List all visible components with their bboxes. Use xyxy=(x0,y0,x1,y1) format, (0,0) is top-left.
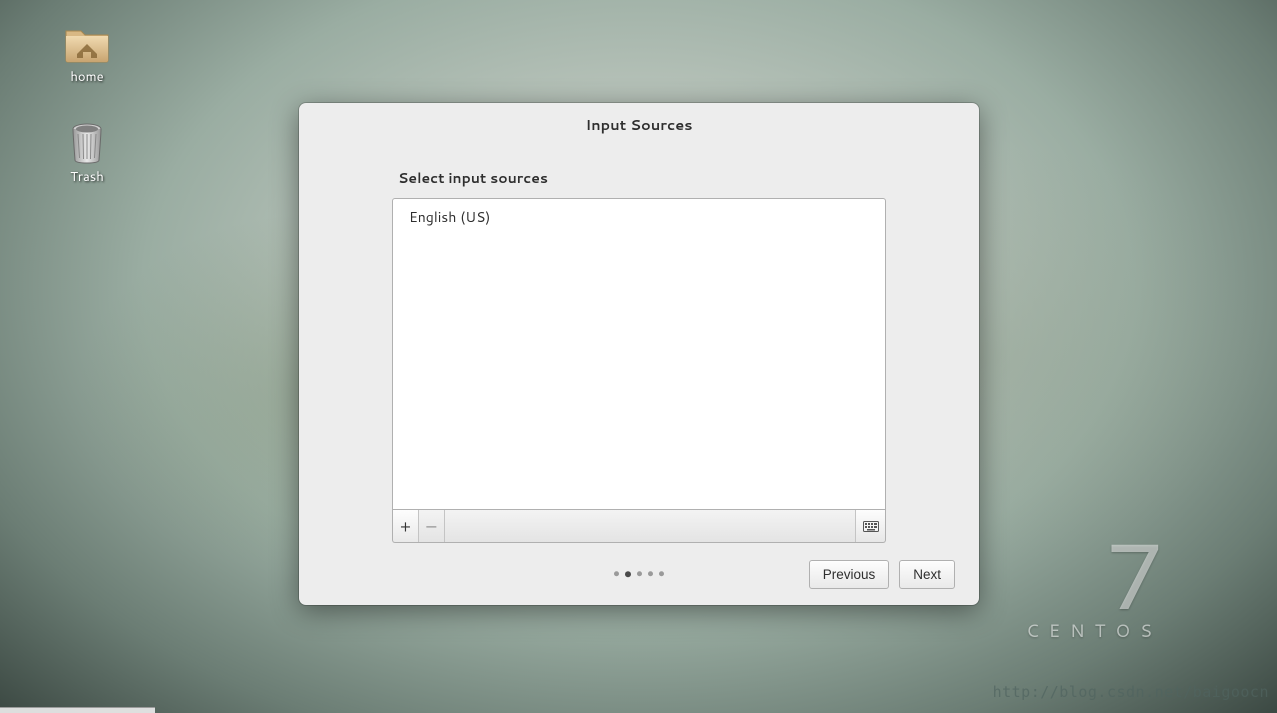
page-indicator xyxy=(614,571,664,577)
home-folder-icon xyxy=(63,22,111,64)
input-sources-label: Select input sources xyxy=(398,168,886,188)
trash-icon xyxy=(69,122,105,164)
next-button[interactable]: Next xyxy=(899,560,955,589)
dialog-body: Select input sources English (US) + − xyxy=(299,144,979,543)
taskbar-fragment xyxy=(0,707,155,713)
pager-dot xyxy=(659,571,664,576)
desktop-icon-trash[interactable]: Trash xyxy=(47,122,127,186)
os-distro: CENTOS xyxy=(1026,617,1162,643)
keyboard-layout-button[interactable] xyxy=(855,510,885,542)
desktop-icon-home-label: home xyxy=(70,68,103,86)
pager-dot-active xyxy=(625,571,631,577)
list-item[interactable]: English (US) xyxy=(393,199,885,235)
dialog-title: Input Sources xyxy=(299,103,979,144)
desktop-icon-trash-label: Trash xyxy=(70,168,104,186)
desktop-background: home Trash 7 CENTOS http://blog.csdn.net… xyxy=(0,0,1277,713)
pager-dot xyxy=(648,571,653,576)
previous-button[interactable]: Previous xyxy=(809,560,890,589)
add-source-button[interactable]: + xyxy=(393,510,419,542)
watermark-text: http://blog.csdn.net/baigoocn xyxy=(993,683,1269,701)
pager-dot xyxy=(637,571,642,576)
remove-source-button[interactable]: − xyxy=(419,510,445,542)
dialog-footer: Previous Next xyxy=(299,543,979,605)
desktop-icon-home[interactable]: home xyxy=(47,22,127,86)
os-version: 7 xyxy=(1026,537,1162,611)
initial-setup-dialog: Input Sources Select input sources Engli… xyxy=(299,103,979,605)
os-branding: 7 CENTOS xyxy=(1026,537,1162,643)
input-sources-list[interactable]: English (US) xyxy=(392,198,886,510)
input-sources-toolbar: + − xyxy=(392,510,886,543)
pager-dot xyxy=(614,571,619,576)
keyboard-icon xyxy=(863,521,879,532)
